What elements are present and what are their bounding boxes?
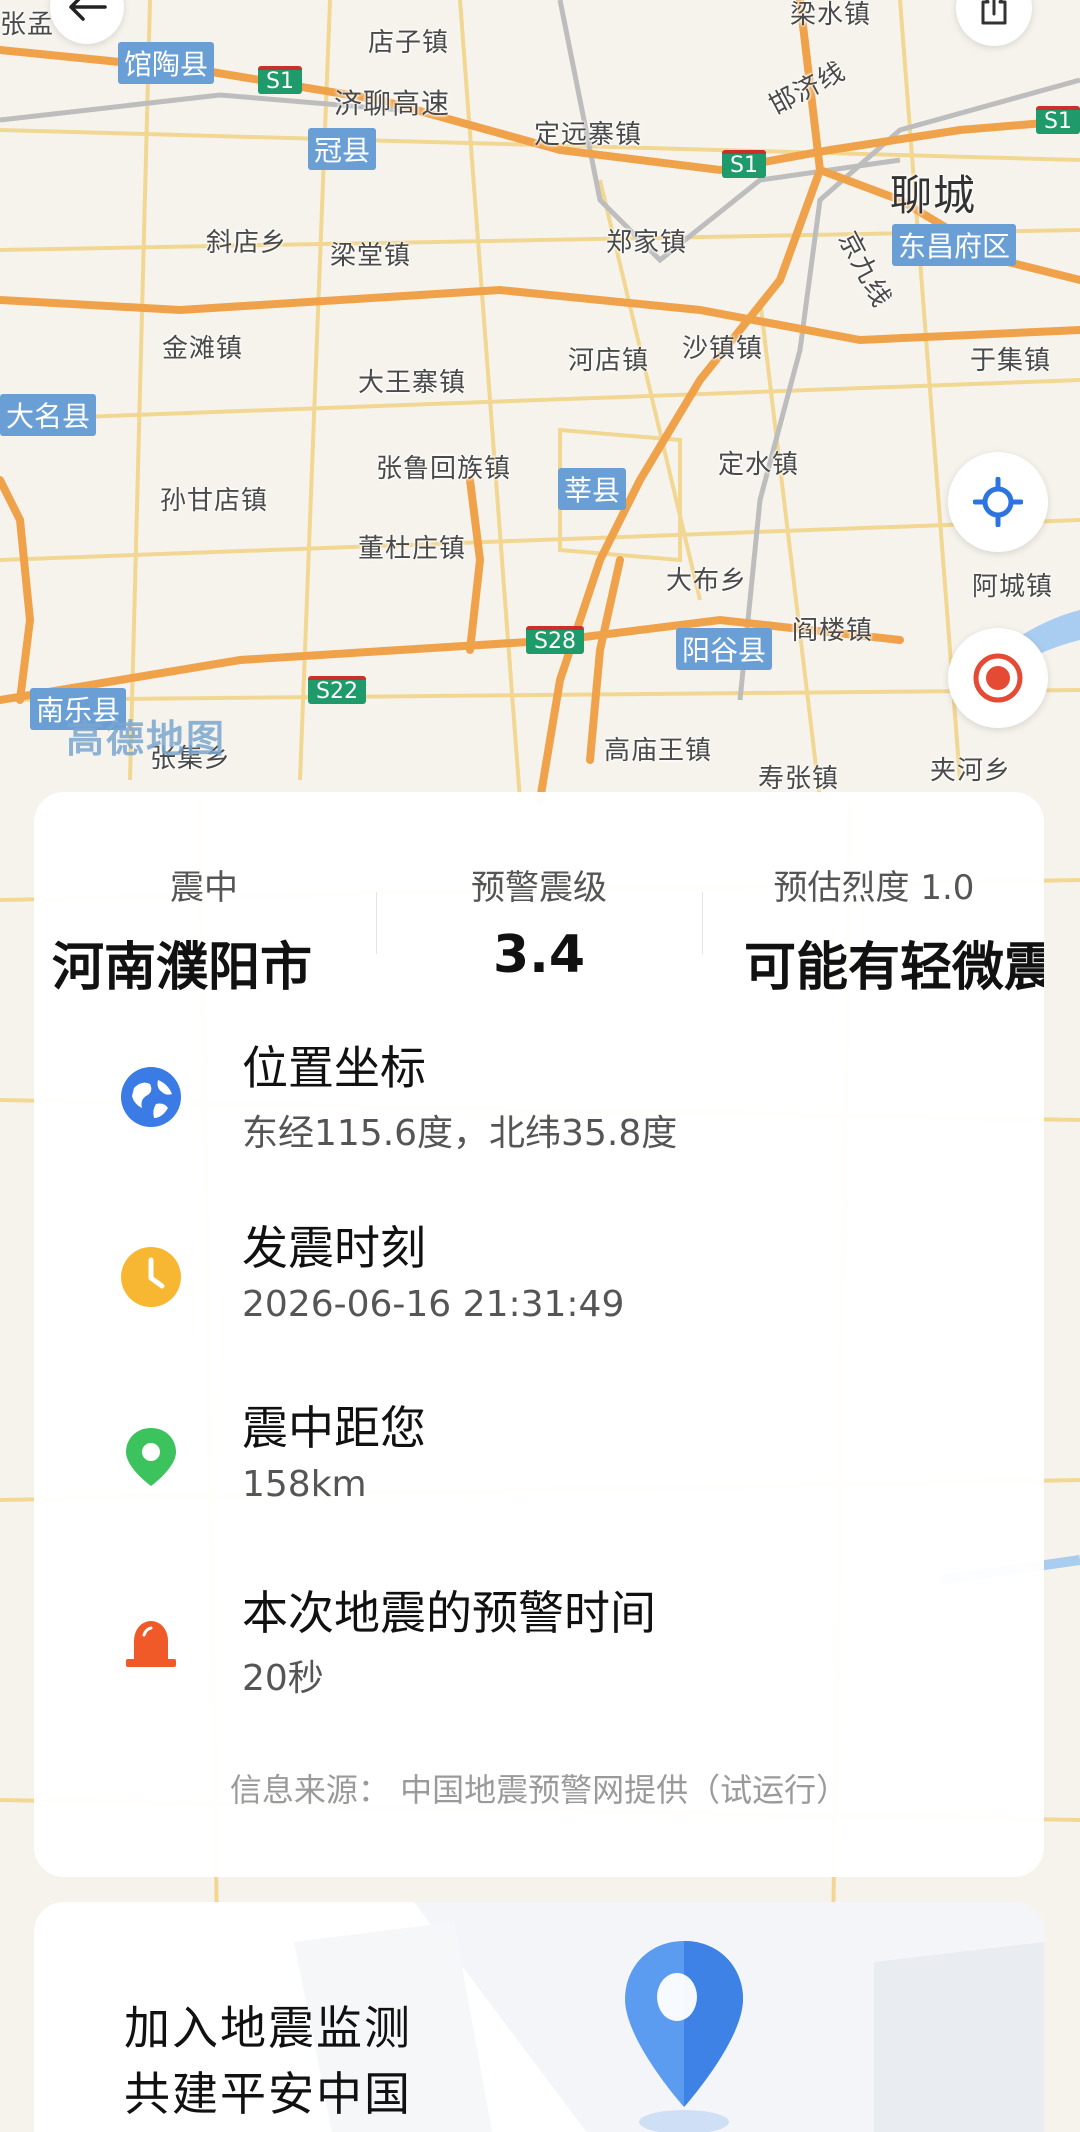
place-label: 阎楼镇 [792, 616, 874, 646]
stat-label: 预估烈度 1.0 [773, 868, 975, 908]
place-label: 梁水镇 [790, 0, 872, 30]
place-label: 沙镇镇 [682, 334, 764, 364]
my-location-button[interactable] [948, 452, 1048, 552]
place-label: 金滩镇 [162, 334, 244, 364]
time-row: 发震时刻 2026-06-16 21:31:49 [34, 1212, 1044, 1362]
divider [702, 892, 703, 954]
place-label: 大王寨镇 [358, 368, 467, 398]
road-shield: S1 [722, 150, 766, 178]
row-value: 2026-06-16 21:31:49 [242, 1284, 625, 1325]
target-icon [973, 653, 1023, 703]
stat-label: 震中 [170, 868, 238, 908]
stat-value: 可能有轻微震 [744, 938, 1044, 998]
place-label: 梁堂镇 [330, 241, 412, 271]
distance-row: 震中距您 158km [34, 1392, 1044, 1542]
earthquake-info-card: 震中 河南濮阳市 预警震级 3.4 预估烈度 1.0 可能有轻微震 位置坐标 东… [34, 792, 1044, 1877]
clock-icon [121, 1247, 181, 1307]
join-monitoring-banner[interactable]: 加入地震监测 共建平安中国 [34, 1902, 1044, 2132]
road-name-label: 济聊高速 [334, 87, 451, 120]
place-label: 于集镇 [970, 346, 1052, 376]
info-source: 信息来源： 中国地震预警网提供（试运行） [229, 1771, 849, 1809]
place-label: 阿城镇 [972, 572, 1054, 602]
epicenter-stat: 震中 河南濮阳市 [34, 792, 374, 998]
location-pin-icon [625, 1941, 743, 2132]
place-label: 董杜庄镇 [358, 534, 467, 564]
place-label: 店子镇 [368, 28, 450, 58]
place-label: 夹河乡 [930, 756, 1012, 786]
row-title: 本次地震的预警时间 [242, 1586, 656, 1640]
epicenter-button[interactable] [948, 628, 1048, 728]
crosshair-icon [973, 477, 1023, 527]
road-shield: S1 [1036, 106, 1080, 134]
warning-time-row: 本次地震的预警时间 20秒 [34, 1577, 1044, 1727]
city-label: 聊城 [890, 171, 977, 220]
place-label: 寿张镇 [758, 764, 840, 794]
row-title: 震中距您 [242, 1401, 426, 1455]
stat-value: 河南濮阳市 [52, 938, 313, 998]
place-label: 张孟 [0, 10, 55, 40]
road-shield: S22 [308, 676, 366, 704]
place-label: 大布乡 [666, 566, 748, 596]
row-value: 158km [242, 1464, 367, 1505]
county-label: 东昌府区 [892, 224, 1017, 266]
banner-line-2: 共建平安中国 [124, 2067, 412, 2121]
intensity-stat: 预估烈度 1.0 可能有轻微震 [704, 792, 1044, 998]
place-label: 定水镇 [718, 450, 800, 480]
place-label: 张鲁回族镇 [376, 454, 512, 484]
stats-row: 震中 河南濮阳市 预警震级 3.4 预估烈度 1.0 可能有轻微震 [34, 792, 1044, 998]
share-icon [981, 0, 1007, 25]
banner-line-1: 加入地震监测 [124, 2001, 412, 2055]
stat-value: 3.4 [492, 925, 586, 985]
row-value: 20秒 [242, 1658, 324, 1699]
location-row: 位置坐标 东经115.6度，北纬35.8度 [34, 1032, 1044, 1182]
place-label: 河店镇 [568, 346, 650, 376]
place-label: 斜店乡 [206, 228, 288, 258]
magnitude-stat: 预警震级 3.4 [374, 792, 704, 992]
alarm-icon [126, 1621, 176, 1667]
county-label: 莘县 [558, 468, 627, 510]
place-label: 孙甘店镇 [160, 486, 269, 516]
place-label: 定远寨镇 [534, 120, 643, 150]
globe-icon [121, 1067, 181, 1127]
county-label: 大名县 [0, 394, 97, 436]
arrow-left-icon [69, 0, 107, 21]
road-shield: S1 [258, 66, 302, 94]
place-label: 郑家镇 [606, 228, 688, 258]
row-title: 发震时刻 [242, 1221, 426, 1275]
county-label: 冠县 [308, 128, 377, 170]
county-label: 馆陶县 [118, 42, 215, 84]
row-title: 位置坐标 [242, 1041, 426, 1095]
row-value: 东经115.6度，北纬35.8度 [242, 1113, 678, 1154]
map-provider-logo: 高德地图 [66, 717, 227, 761]
road-shield: S28 [526, 626, 584, 654]
place-label: 高庙王镇 [604, 736, 713, 766]
stat-label: 预警震级 [471, 868, 607, 908]
county-label: 阳谷县 [676, 628, 773, 670]
location-pin-icon [126, 1428, 176, 1486]
